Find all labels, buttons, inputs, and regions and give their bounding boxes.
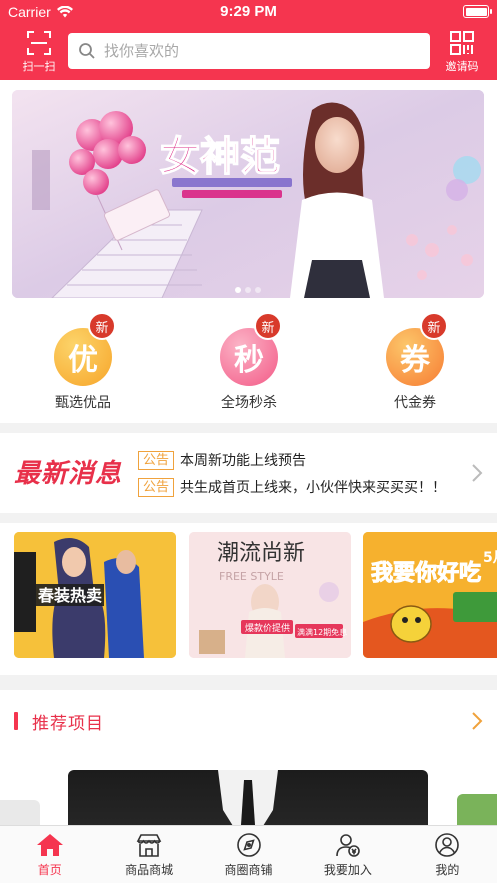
new-badge: 新 bbox=[254, 312, 282, 340]
promo-subtitle: FREE STYLE bbox=[219, 570, 284, 583]
home-icon bbox=[36, 834, 63, 856]
news-text: 共生成首页上线来，小伙伴快来买买买！！ bbox=[180, 480, 447, 496]
app-header: Carrier 9:29 PM 扫一扫 邀请码 bbox=[0, 0, 497, 80]
chevron-right-icon[interactable] bbox=[471, 711, 483, 731]
section-title: 推荐项目 bbox=[32, 714, 104, 734]
voucher-icon: 券 新 bbox=[386, 312, 448, 386]
news-ticker[interactable]: 最新消息 公告 本周新功能上线预告 公告 共生成首页上线来，小伙伴快来买买买！！ bbox=[0, 433, 497, 513]
search-icon bbox=[79, 43, 95, 59]
news-item[interactable]: 公告 共生成首页上线来，小伙伴快来买买买！！ bbox=[138, 477, 446, 497]
news-text: 本周新功能上线预告 bbox=[180, 453, 307, 469]
store-icon bbox=[136, 834, 162, 857]
tab-store[interactable]: 商品商城 bbox=[99, 826, 198, 883]
promo-tile-trend[interactable]: 潮流尚新 FREE STYLE 爆款价提供 满满12期免息 bbox=[189, 532, 351, 658]
card-peek-right bbox=[457, 794, 497, 825]
recommend-section: 推荐项目 bbox=[0, 690, 497, 825]
promo-title: 春装热卖 bbox=[37, 586, 102, 605]
quick-link-glyph: 秒 bbox=[234, 343, 264, 378]
tab-label: 我的 bbox=[435, 863, 460, 877]
invite-label: 邀请码 bbox=[445, 60, 479, 73]
section-accent-bar bbox=[14, 712, 18, 730]
suit-photo bbox=[218, 770, 278, 825]
battery-icon bbox=[463, 5, 492, 18]
spring-sale-artwork: 春装热卖 bbox=[14, 532, 176, 658]
new-badge: 新 bbox=[88, 312, 116, 340]
join-icon bbox=[336, 834, 360, 857]
tab-label: 首页 bbox=[37, 863, 62, 877]
promo-title: 我要你好吃 bbox=[371, 560, 481, 586]
quick-link-label: 全场秒杀 bbox=[221, 395, 277, 411]
promo-title: 潮流尚新 bbox=[217, 541, 305, 566]
compass-icon bbox=[236, 833, 261, 857]
clock: 9:29 PM bbox=[220, 3, 277, 20]
promo-tile-food[interactable]: 我要你好吃 5月 bbox=[363, 532, 497, 658]
tab-join[interactable]: 我要加入 bbox=[298, 826, 397, 883]
chevron-right-icon[interactable] bbox=[471, 463, 483, 483]
food-artwork: 我要你好吃 5月 bbox=[363, 532, 497, 658]
profile-icon bbox=[435, 833, 460, 857]
search-bar[interactable] bbox=[68, 33, 430, 69]
quick-link-label: 代金券 bbox=[394, 395, 436, 411]
notice-tag: 公告 bbox=[138, 450, 175, 470]
scan-button[interactable]: 扫一扫 bbox=[16, 30, 62, 74]
tab-shops[interactable]: 商圈商铺 bbox=[199, 826, 298, 883]
quick-link-label: 甄选优品 bbox=[55, 395, 111, 411]
news-item[interactable]: 公告 本周新功能上线预告 bbox=[138, 450, 306, 470]
quick-link-voucher[interactable]: 券 新 代金券 bbox=[360, 310, 470, 412]
promo-note: 满满12期免息 bbox=[297, 627, 347, 637]
card-peek-left bbox=[0, 800, 40, 825]
tab-label: 商圈商铺 bbox=[224, 863, 273, 877]
tab-label: 我要加入 bbox=[323, 863, 372, 877]
promo-tile-spring[interactable]: 春装热卖 bbox=[14, 532, 176, 658]
status-bar: Carrier 9:29 PM bbox=[0, 0, 497, 24]
quick-link-glyph: 券 bbox=[400, 343, 430, 378]
quick-link-glyph: 优 bbox=[68, 343, 98, 378]
scan-icon bbox=[27, 31, 51, 55]
promo-badge: 5月 bbox=[483, 550, 497, 566]
news-logo: 最新消息 bbox=[14, 459, 123, 489]
bottom-tab-bar: 首页 商品商城 商圈商铺 我要加入 我的 bbox=[0, 825, 497, 883]
selected-goods-icon: 优 新 bbox=[54, 312, 116, 386]
scan-label: 扫一扫 bbox=[22, 60, 56, 73]
flash-sale-icon: 秒 新 bbox=[220, 312, 282, 386]
new-badge: 新 bbox=[420, 312, 448, 340]
search-input[interactable] bbox=[104, 42, 404, 60]
home-content[interactable]: 女神范 优 新 甄选优品 秒 新 全场秒杀 券 新 代金券 最新消息 公告 本周… bbox=[0, 80, 497, 825]
notice-tag: 公告 bbox=[138, 477, 175, 497]
quick-link-selected[interactable]: 优 新 甄选优品 bbox=[28, 310, 138, 412]
promo-banner[interactable]: 女神范 bbox=[12, 90, 484, 298]
promo-strip: 春装热卖 潮流尚新 FREE STYLE 爆款价提供 满满12期免息 我要你好吃… bbox=[0, 523, 497, 675]
promo-note: 爆款价提供 bbox=[245, 622, 290, 634]
invite-code-button[interactable]: 邀请码 bbox=[439, 30, 485, 74]
banner-headline: 女神范 bbox=[160, 134, 280, 180]
qr-code-icon bbox=[450, 31, 474, 55]
recommend-card-image[interactable] bbox=[68, 770, 428, 825]
tab-label: 商品商城 bbox=[125, 863, 174, 877]
quick-link-flash-sale[interactable]: 秒 新 全场秒杀 bbox=[194, 310, 304, 412]
tab-home[interactable]: 首页 bbox=[0, 826, 99, 883]
banner-artwork: 女神范 bbox=[12, 90, 484, 298]
trend-artwork: 潮流尚新 FREE STYLE 爆款价提供 满满12期免息 bbox=[189, 532, 351, 658]
tab-profile[interactable]: 我的 bbox=[398, 826, 497, 883]
